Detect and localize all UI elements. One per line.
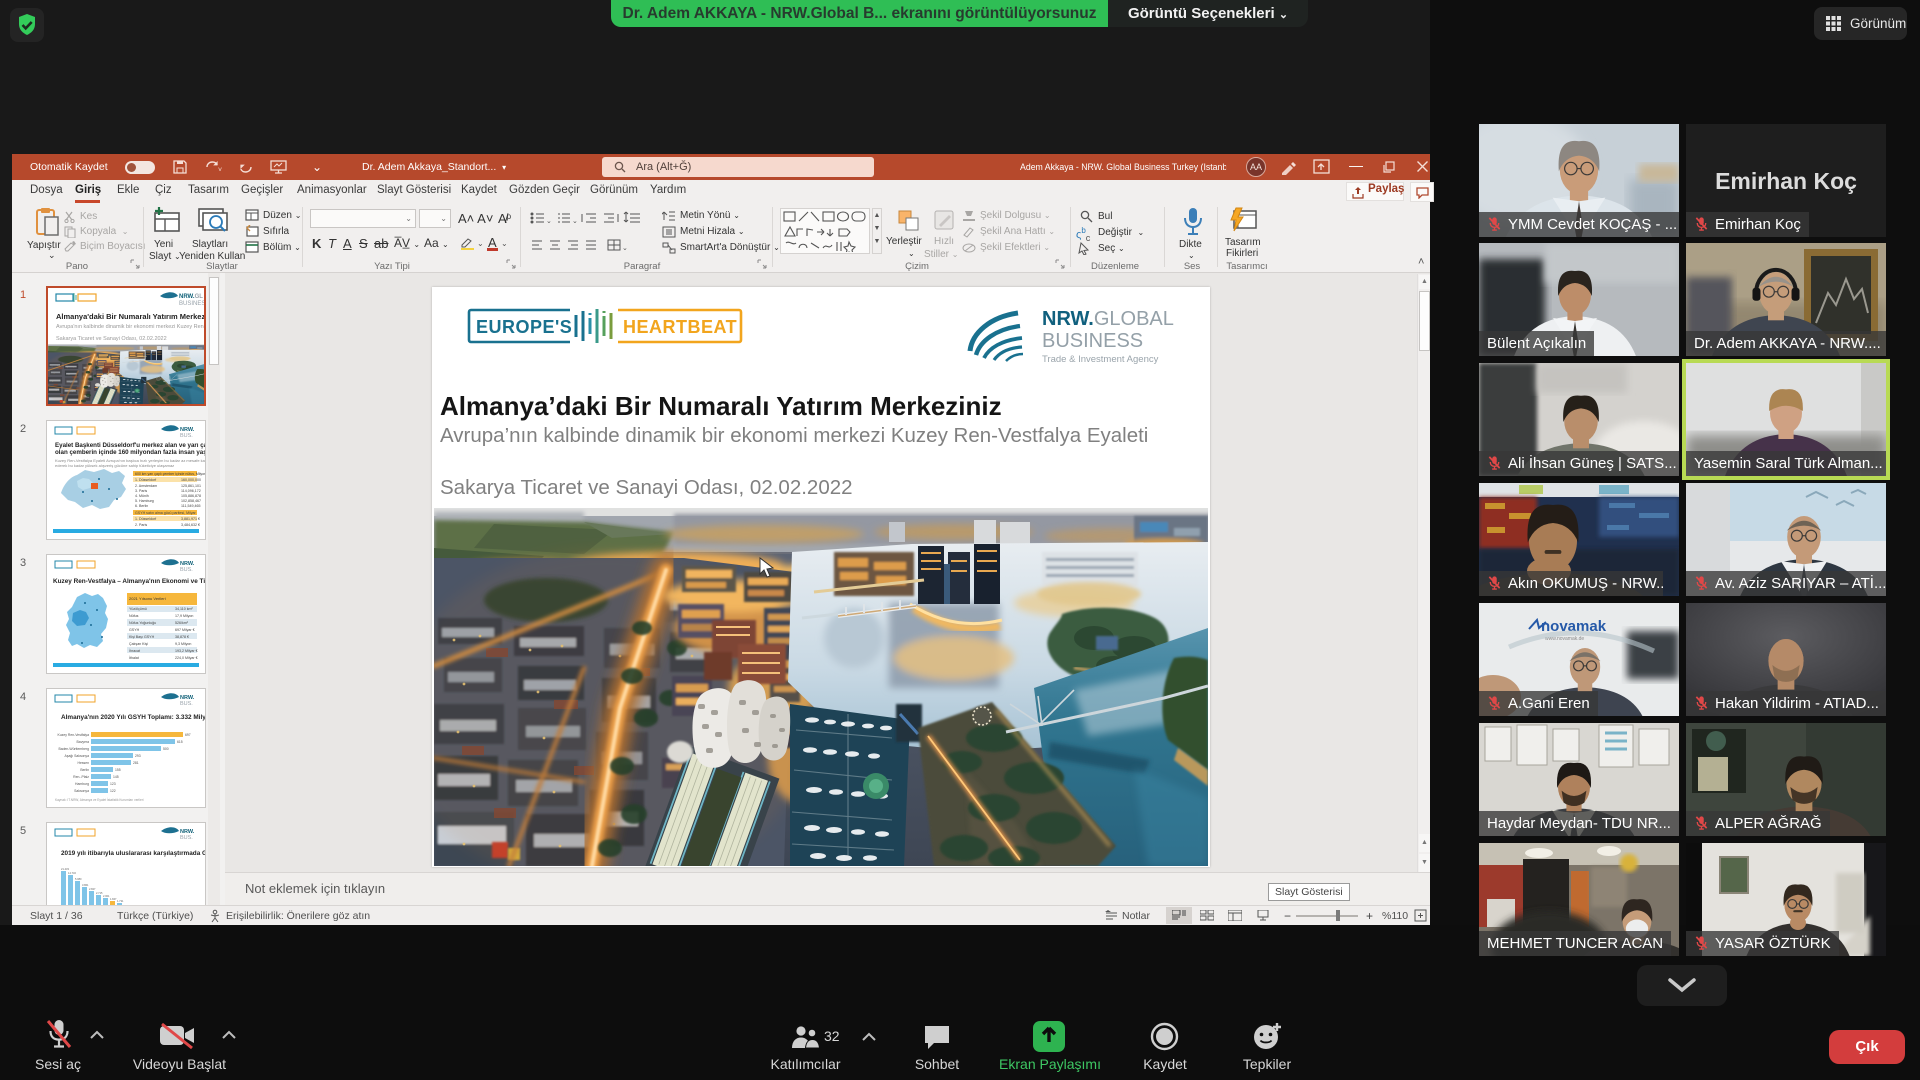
- svg-text:21.433: 21.433: [61, 867, 69, 871]
- svg-text:500: 500: [163, 747, 169, 751]
- svg-text:125,861,101: 125,861,101: [181, 484, 201, 488]
- svg-text:5. Hamburg: 5. Hamburg: [135, 499, 154, 503]
- svg-text:İthalat: İthalat: [129, 655, 139, 660]
- svg-text:Ren.-Pfalz: Ren.-Pfalz: [73, 775, 89, 779]
- svg-text:224,0 Milyar €: 224,0 Milyar €: [175, 656, 198, 660]
- svg-text:Hamburg: Hamburg: [75, 782, 89, 786]
- svg-text:Eyalet Başkenti Düsseldorf'u m: Eyalet Başkenti Düsseldorf'u merkez alan…: [55, 442, 205, 449]
- svg-text:Almanya'daki Bir Numaralı Yatı: Almanya'daki Bir Numaralı Yatırım Merkez…: [56, 312, 204, 321]
- svg-text:600 km yarı çaplı çember içind: 600 km yarı çaplı çember içinde nüfus, M…: [135, 472, 205, 476]
- svg-text:İhracat: İhracat: [129, 648, 140, 653]
- svg-text:9,3 Milyon: 9,3 Milyon: [175, 642, 191, 646]
- svg-text:GSYH: GSYH: [129, 628, 140, 632]
- svg-text:3. Paris: 3. Paris: [135, 489, 147, 493]
- svg-text:NRW.GLOBAL: NRW.GLOBAL: [1042, 308, 1174, 330]
- svg-text:2021 Yılsonu Verileri: 2021 Yılsonu Verileri: [129, 596, 166, 601]
- svg-text:Baden-Württemberg: Baden-Württemberg: [58, 747, 89, 751]
- svg-text:˅: ˅: [218, 167, 222, 174]
- svg-text:1.731: 1.731: [117, 899, 124, 903]
- svg-text:Saksonya: Saksonya: [74, 789, 89, 793]
- svg-text:⌄: ⌄: [546, 218, 552, 225]
- svg-text:2. Paris: 2. Paris: [135, 523, 147, 527]
- svg-text:Bavyera: Bavyera: [77, 740, 90, 744]
- svg-text:EUROPE'S: EUROPE'S: [476, 317, 572, 337]
- svg-text:1. Düsseldorf: 1. Düsseldorf: [135, 478, 156, 482]
- svg-text:NRW.GL: NRW.GL: [179, 294, 203, 300]
- svg-text:111,549,465: 111,549,465: [181, 504, 200, 508]
- svg-text:122: 122: [110, 789, 116, 793]
- svg-text:ederek bu kadar yüksek alışver: ederek bu kadar yüksek alışveriş gücüne …: [55, 463, 174, 468]
- svg-text:Kaynak: IT.NRW, Almanya ve Eya: Kaynak: IT.NRW, Almanya ve Eyalet İstati…: [55, 797, 144, 802]
- svg-text:Kişi Başı GSYH: Kişi Başı GSYH: [129, 635, 155, 639]
- svg-text:BUSINESS: BUSINESS: [1042, 330, 1143, 352]
- svg-text:3,484,632 €: 3,484,632 €: [181, 523, 200, 527]
- svg-text:BUS.: BUS.: [180, 701, 193, 707]
- svg-text:5.080: 5.080: [75, 877, 82, 881]
- svg-text:14.732: 14.732: [68, 871, 76, 875]
- svg-text:4. Münih: 4. Münih: [135, 494, 149, 498]
- svg-text:Sakarya Ticaret ve Sanayi Odas: Sakarya Ticaret ve Sanayi Odası, 02.02.2…: [56, 336, 167, 342]
- svg-text:HEARTBEAT: HEARTBEAT: [623, 317, 737, 337]
- svg-text:697: 697: [185, 733, 191, 737]
- svg-text:145: 145: [113, 775, 119, 779]
- svg-text:102,858,467: 102,858,467: [181, 499, 201, 503]
- svg-text:Kuzey Ren-Vestfalya: Kuzey Ren-Vestfalya: [58, 733, 90, 737]
- svg-text:BUS.: BUS.: [180, 835, 193, 841]
- svg-text:Berlin: Berlin: [80, 768, 89, 772]
- svg-text:Avrupa'nın kalbinde dinamik bi: Avrupa'nın kalbinde dinamik bir ekonomi …: [56, 324, 204, 330]
- svg-text:3.861: 3.861: [82, 883, 89, 887]
- svg-text:2.827: 2.827: [89, 887, 96, 891]
- svg-text:2. Amsterdam: 2. Amsterdam: [135, 484, 157, 488]
- svg-text:615: 615: [177, 740, 183, 744]
- svg-text:GSYH satın alma gücü paritesi,: GSYH satın alma gücü paritesi, Milyar: [135, 511, 197, 515]
- svg-text:34,110 km²: 34,110 km²: [175, 607, 194, 611]
- svg-text:3,881,971 €: 3,881,971 €: [181, 517, 200, 521]
- svg-text:697 Milyar €: 697 Milyar €: [175, 628, 195, 632]
- svg-text:2019 yılı itibarıyla uluslarar: 2019 yılı itibarıyla uluslararası karşıl…: [61, 850, 205, 857]
- svg-text:Hessen: Hessen: [78, 761, 90, 765]
- svg-text:Nüfus: Nüfus: [129, 614, 139, 618]
- svg-text:BUSINESS: BUSINESS: [179, 301, 204, 307]
- svg-text:Nüfus Yoğunluğu: Nüfus Yoğunluğu: [129, 621, 156, 625]
- svg-text:114,096,172: 114,096,172: [181, 489, 201, 493]
- svg-text:Kuzey Ren-Vestfalya – Almanya': Kuzey Ren-Vestfalya – Almanya'nın Ekonom…: [53, 578, 205, 585]
- svg-text:BUS.: BUS.: [180, 433, 193, 439]
- svg-text:193,2 Milyar €: 193,2 Milyar €: [175, 649, 198, 653]
- svg-text:281: 281: [133, 761, 139, 765]
- svg-text:Aşağı Saksonya: Aşağı Saksonya: [64, 754, 89, 758]
- svg-text:olan çemberin içinde 160 milyo: olan çemberin içinde 160 milyondan fazla…: [55, 449, 205, 456]
- svg-text:Trade & Investment Agency: Trade & Investment Agency: [1042, 354, 1159, 365]
- svg-text:BUS.: BUS.: [180, 567, 193, 573]
- svg-text:2.001: 2.001: [103, 894, 110, 898]
- svg-text:123: 123: [110, 782, 116, 786]
- svg-text:1.847: 1.847: [110, 897, 117, 901]
- svg-text:155: 155: [115, 768, 121, 772]
- svg-text:160,000,000: 160,000,000: [181, 478, 201, 482]
- svg-text:Yüzölçümü: Yüzölçümü: [129, 607, 147, 611]
- svg-text:Almanya'nın 2020 Yılı GSYH Top: Almanya'nın 2020 Yılı GSYH Toplamı: 3.33…: [61, 714, 205, 721]
- svg-text:526/km²: 526/km²: [175, 621, 189, 625]
- svg-text:6. Berlin: 6. Berlin: [135, 504, 148, 508]
- svg-text:⌄: ⌄: [622, 245, 628, 252]
- svg-text:105,886,878: 105,886,878: [181, 494, 201, 498]
- svg-text:1. Düsseldorf: 1. Düsseldorf: [135, 517, 156, 521]
- svg-text:293: 293: [135, 754, 141, 758]
- svg-text:2.715: 2.715: [96, 891, 103, 895]
- svg-text:38,878 €: 38,878 €: [175, 635, 189, 639]
- svg-text:17,9 Milyon: 17,9 Milyon: [175, 614, 193, 618]
- svg-text:⌄: ⌄: [572, 218, 578, 225]
- svg-text:Çalışan Kişi: Çalışan Kişi: [129, 642, 148, 646]
